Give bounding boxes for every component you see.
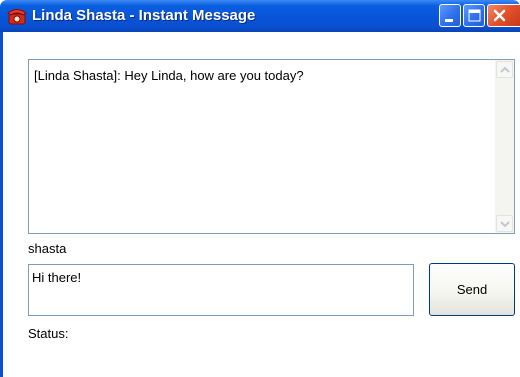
chat-transcript[interactable]: [Linda Shasta]: Hey Linda, how are you t… (28, 59, 515, 234)
scroll-up-arrow-icon (500, 66, 510, 73)
telephone-icon (7, 6, 27, 26)
status-label: Status: (28, 326, 69, 341)
maximize-icon (468, 9, 481, 22)
scroll-up-button[interactable] (496, 61, 513, 78)
maximize-button[interactable] (463, 4, 485, 27)
scroll-down-arrow-icon (500, 221, 510, 228)
close-button[interactable] (487, 4, 520, 27)
message-input[interactable]: Hi there! (28, 264, 414, 316)
send-button[interactable]: Send (429, 263, 515, 316)
minimize-button[interactable] (439, 4, 461, 27)
transcript-scrollbar[interactable] (495, 60, 514, 233)
title-bar[interactable]: Linda Shasta - Instant Message (0, 0, 520, 32)
transcript-message: [Linda Shasta]: Hey Linda, how are you t… (34, 68, 304, 83)
minimize-icon (445, 19, 453, 22)
window-title: Linda Shasta - Instant Message (32, 7, 256, 24)
close-icon (493, 9, 506, 22)
scroll-down-button[interactable] (496, 215, 513, 232)
username-label: shasta (28, 241, 67, 256)
